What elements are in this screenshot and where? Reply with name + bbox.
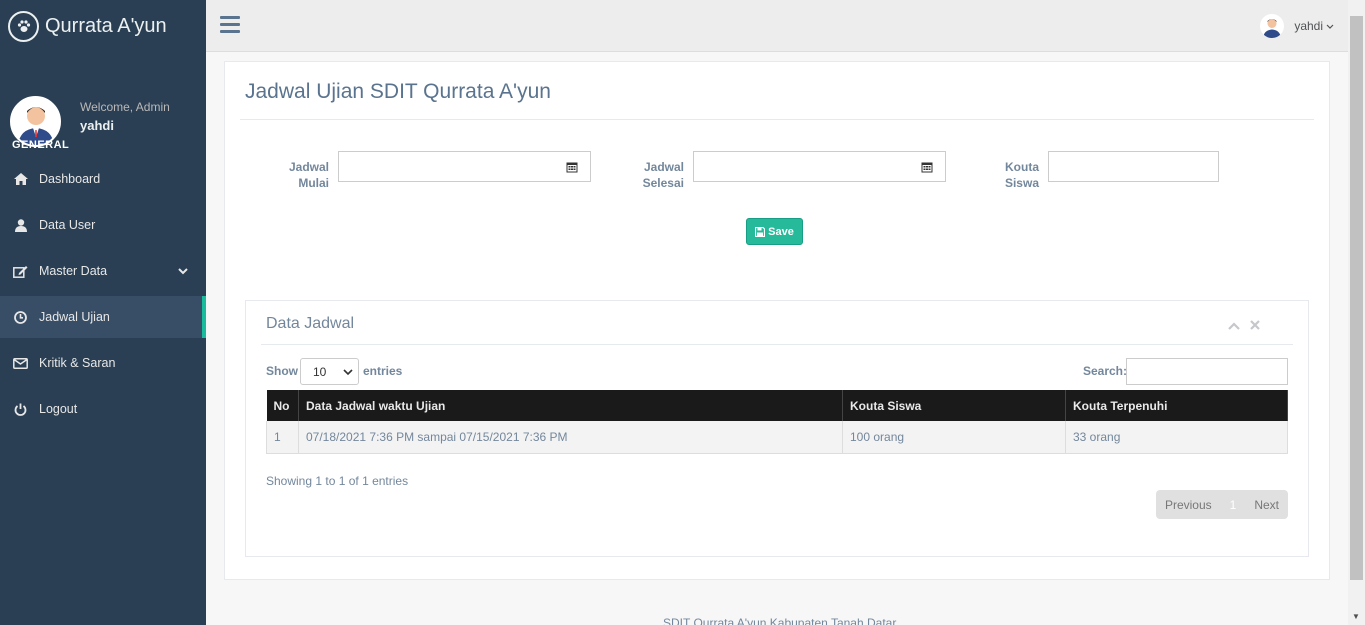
schedule-panel: Jadwal Ujian SDIT Qurrata A'yun Jadwal Mu… bbox=[224, 61, 1330, 580]
chevron-down-icon bbox=[1326, 19, 1334, 33]
floppy-icon bbox=[755, 226, 766, 237]
entries-value: 10 bbox=[313, 365, 327, 379]
table-cell: 1 bbox=[266, 421, 299, 454]
user-dropdown[interactable]: yahdi bbox=[1260, 14, 1334, 38]
sidebar-item-master-data[interactable]: Master Data bbox=[0, 250, 206, 292]
entries-select[interactable]: 10 bbox=[300, 358, 359, 385]
divider bbox=[240, 119, 1314, 120]
scroll-down-icon[interactable]: ▼ bbox=[1352, 612, 1360, 621]
sidebar-item-label: Kritik & Saran bbox=[39, 356, 116, 370]
sidebar-item-data-user[interactable]: Data User bbox=[0, 204, 206, 246]
previous-button[interactable]: Previous bbox=[1156, 490, 1221, 519]
brand-title: Qurrata A'yun bbox=[45, 14, 167, 37]
sidebar-item-label: Jadwal Ujian bbox=[39, 310, 110, 324]
pagination: Previous 1 Next bbox=[1155, 490, 1288, 519]
end-date-label: Jadwal Selesai bbox=[642, 160, 684, 190]
sidebar-item-kritik-saran[interactable]: Kritik & Saran bbox=[0, 342, 206, 384]
table-row: 1 07/18/2021 7:36 PM sampai 07/15/2021 7… bbox=[266, 421, 1288, 454]
sidebar-item-label: Master Data bbox=[39, 264, 108, 278]
save-button[interactable]: Save bbox=[746, 218, 803, 245]
entries-label: entries bbox=[363, 364, 403, 378]
search-label: Search: bbox=[1082, 364, 1127, 378]
welcome-text: Welcome, Admin bbox=[80, 100, 170, 114]
table-header-row: No Data Jadwal waktu Ujian Kouta Siswa K… bbox=[266, 390, 1288, 421]
sidebar-menu: Dashboard Data User Master Data Jadwal U… bbox=[0, 158, 206, 434]
page-title: Jadwal Ujian SDIT Qurrata A'yun bbox=[245, 80, 551, 103]
save-button-label: Save bbox=[768, 225, 794, 238]
brand[interactable]: Qurrata A'yun bbox=[0, 0, 206, 52]
sidebar-item-label: Logout bbox=[39, 402, 78, 416]
start-date-input[interactable] bbox=[338, 151, 555, 182]
calendar-icon[interactable] bbox=[909, 151, 946, 182]
column-header-no[interactable]: No bbox=[266, 390, 299, 421]
sidebar-item-label: Dashboard bbox=[39, 172, 101, 186]
sidebar-item-label: Data User bbox=[39, 218, 96, 232]
show-label: Show bbox=[266, 364, 298, 378]
table-cell: 33 orang bbox=[1065, 421, 1288, 454]
sidebar-item-logout[interactable]: Logout bbox=[0, 388, 206, 430]
page-1-button[interactable]: 1 bbox=[1221, 490, 1246, 519]
footer-text: SDIT Qurrata A'yun Kabupaten Tanah Datar bbox=[663, 616, 897, 625]
profile-name: yahdi bbox=[80, 118, 114, 133]
table-info: Showing 1 to 1 of 1 entries bbox=[266, 474, 409, 488]
menu-section-title: GENERAL bbox=[12, 139, 70, 151]
search-input[interactable] bbox=[1126, 358, 1288, 385]
box-tools bbox=[1228, 317, 1260, 333]
chevron-down-icon bbox=[178, 264, 188, 278]
column-header-schedule[interactable]: Data Jadwal waktu Ujian bbox=[298, 390, 843, 421]
scrollbar-thumb[interactable] bbox=[1350, 16, 1363, 580]
table-cell: 100 orang bbox=[842, 421, 1066, 454]
avatar bbox=[1260, 14, 1285, 38]
column-header-quota-filled[interactable]: Kouta Terpenuhi bbox=[1065, 390, 1288, 421]
calendar-icon[interactable] bbox=[554, 151, 591, 182]
user-name: yahdi bbox=[1294, 19, 1323, 33]
power-icon bbox=[12, 403, 29, 416]
menu-toggle-icon[interactable] bbox=[220, 16, 240, 37]
start-date-label: Jadwal Mulai bbox=[288, 160, 329, 190]
quota-input[interactable] bbox=[1048, 151, 1219, 182]
paw-icon bbox=[8, 10, 39, 42]
chevron-down-icon bbox=[343, 365, 353, 379]
sidebar-item-dashboard[interactable]: Dashboard bbox=[0, 158, 206, 200]
next-button[interactable]: Next bbox=[1245, 490, 1288, 519]
clock-icon bbox=[12, 310, 29, 324]
collapse-icon[interactable] bbox=[1228, 317, 1240, 333]
box-title: Data Jadwal bbox=[266, 315, 355, 332]
close-icon[interactable] bbox=[1250, 317, 1260, 333]
data-jadwal-box: Data Jadwal Show 10 entries Search: No D… bbox=[245, 300, 1309, 557]
sidebar: Qurrata A'yun Welcome, Admin yahdi GENER… bbox=[0, 0, 206, 625]
quota-label: Kouta Siswa bbox=[1004, 160, 1039, 190]
envelope-icon bbox=[12, 357, 29, 369]
home-icon bbox=[12, 173, 29, 185]
top-navbar: yahdi bbox=[206, 0, 1348, 52]
edit-icon bbox=[12, 265, 29, 278]
end-date-input[interactable] bbox=[693, 151, 910, 182]
main-content: Jadwal Ujian SDIT Qurrata A'yun Jadwal Mu… bbox=[206, 52, 1348, 625]
profile: Welcome, Admin yahdi bbox=[0, 52, 206, 174]
table-cell: 07/18/2021 7:36 PM sampai 07/15/2021 7:3… bbox=[298, 421, 843, 454]
divider bbox=[261, 344, 1293, 345]
sidebar-item-jadwal-ujian[interactable]: Jadwal Ujian bbox=[0, 296, 206, 338]
schedule-table: No Data Jadwal waktu Ujian Kouta Siswa K… bbox=[266, 390, 1288, 454]
column-header-quota[interactable]: Kouta Siswa bbox=[842, 390, 1066, 421]
scrollbar[interactable]: ▼ bbox=[1348, 0, 1365, 625]
user-icon bbox=[12, 218, 29, 232]
